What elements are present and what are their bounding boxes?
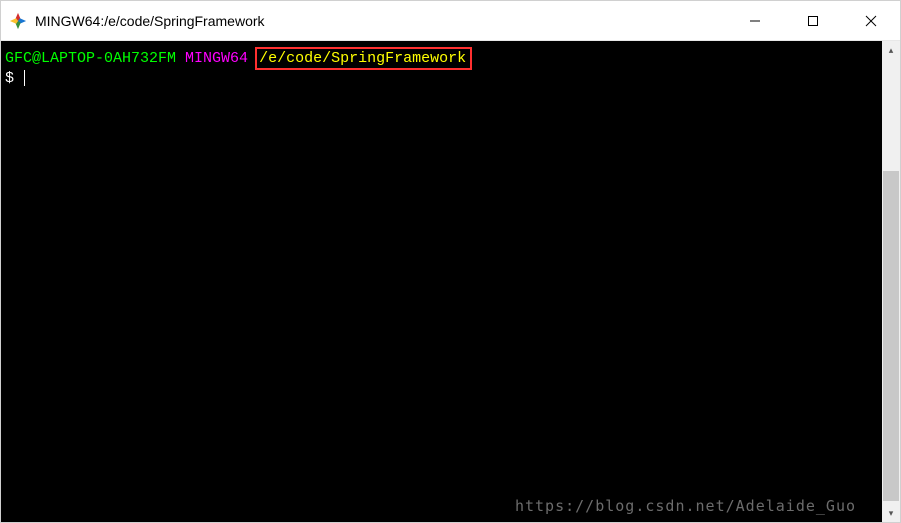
app-icon: [9, 12, 27, 30]
titlebar: MINGW64:/e/code/SpringFramework: [1, 1, 900, 41]
terminal-content[interactable]: GFC@LAPTOP-0AH732FM MINGW64 /e/code/Spri…: [1, 41, 882, 522]
scroll-thumb[interactable]: [883, 171, 899, 501]
command-line: $: [5, 69, 878, 89]
window-controls: [726, 1, 900, 40]
path-highlight-box: /e/code/SpringFramework: [255, 47, 472, 70]
scrollbar[interactable]: ▴ ▾: [882, 41, 900, 522]
msys-label: MINGW64: [185, 50, 248, 67]
prompt-line: GFC@LAPTOP-0AH732FM MINGW64 /e/code/Spri…: [5, 49, 878, 69]
terminal-window: MINGW64:/e/code/SpringFramework GFC@LAPT…: [0, 0, 901, 523]
prompt-symbol: $: [5, 70, 14, 87]
close-button[interactable]: [842, 1, 900, 40]
text-cursor: [24, 70, 25, 86]
watermark-text: https://blog.csdn.net/Adelaide_Guo: [515, 496, 856, 516]
scroll-up-button[interactable]: ▴: [882, 41, 900, 59]
window-title: MINGW64:/e/code/SpringFramework: [35, 13, 726, 29]
minimize-button[interactable]: [726, 1, 784, 40]
terminal-area: GFC@LAPTOP-0AH732FM MINGW64 /e/code/Spri…: [1, 41, 900, 522]
user-host: GFC@LAPTOP-0AH732FM: [5, 50, 176, 67]
maximize-button[interactable]: [784, 1, 842, 40]
current-path: /e/code/SpringFramework: [259, 50, 466, 67]
scroll-down-button[interactable]: ▾: [882, 504, 900, 522]
